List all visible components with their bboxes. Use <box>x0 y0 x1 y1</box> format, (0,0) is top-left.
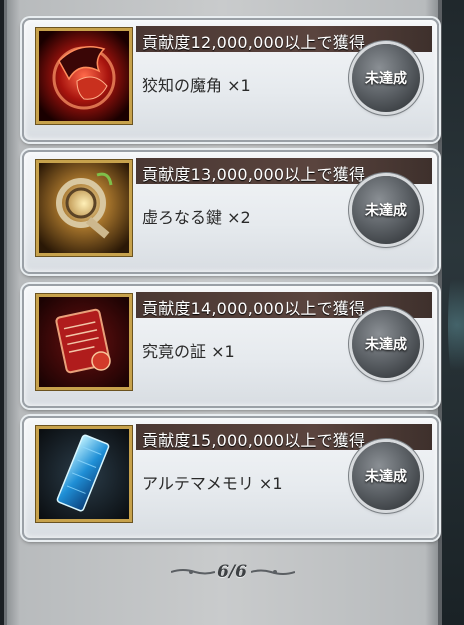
status-label: 未達成 <box>365 337 407 353</box>
status-label: 未達成 <box>365 203 407 219</box>
reward-item-name: 狡知の魔角 ×1 <box>142 76 251 95</box>
reward-card: 貢献度13,000,000以上で獲得 虚ろなる鍵 ×2 未達成 <box>22 150 439 274</box>
reward-condition-text: 貢献度13,000,000以上で獲得 <box>142 165 366 184</box>
reward-item-name: アルテマメモリ ×1 <box>142 474 283 493</box>
status-label: 未達成 <box>365 71 407 87</box>
background-glow <box>448 260 464 390</box>
reward-item-name: 虚ろなる鍵 ×2 <box>142 208 251 227</box>
status-button[interactable]: 未達成 <box>352 176 420 244</box>
reward-item-name: 究竟の証 ×1 <box>142 342 235 361</box>
status-button[interactable]: 未達成 <box>352 44 420 112</box>
status-label: 未達成 <box>365 469 407 485</box>
reward-condition-text: 貢献度14,000,000以上で獲得 <box>142 299 366 318</box>
status-button[interactable]: 未達成 <box>352 442 420 510</box>
ultima-memory-icon <box>36 426 132 522</box>
reward-list-panel: 貢献度12,000,000以上で獲得 狡知の魔角 ×1 未達成 貢献度13,00… <box>4 0 442 625</box>
page-number: 6/6 <box>217 562 247 582</box>
reward-card: 貢献度15,000,000以上で獲得 アルテマメモリ ×1 未達成 <box>22 416 439 540</box>
reward-card: 貢献度14,000,000以上で獲得 究竟の証 ×1 未達成 <box>22 284 439 408</box>
demon-horn-icon <box>36 28 132 124</box>
reward-condition-text: 貢献度15,000,000以上で獲得 <box>142 431 366 450</box>
ornament-right-icon <box>251 569 295 575</box>
ornament-left-icon <box>171 569 215 575</box>
page-indicator: 6/6 <box>167 560 297 586</box>
scroll-seal-icon <box>36 294 132 390</box>
status-button[interactable]: 未達成 <box>352 310 420 378</box>
reward-card: 貢献度12,000,000以上で獲得 狡知の魔角 ×1 未達成 <box>22 18 439 142</box>
background-scene <box>442 0 464 625</box>
hollow-key-icon <box>36 160 132 256</box>
reward-condition-text: 貢献度12,000,000以上で獲得 <box>142 33 366 52</box>
